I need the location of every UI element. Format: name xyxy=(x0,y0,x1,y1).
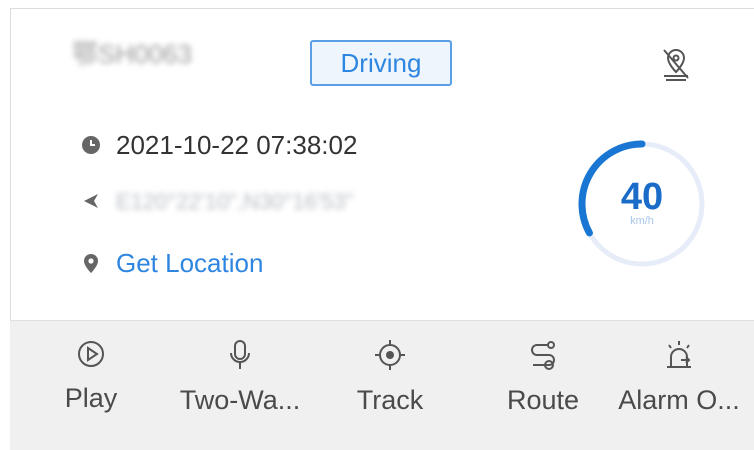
two-way-audio-button[interactable]: Two-Wa... xyxy=(160,339,320,416)
get-location-link[interactable]: Get Location xyxy=(116,248,263,279)
timestamp: 2021-10-22 07:38:02 xyxy=(116,130,358,160)
play-label: Play xyxy=(64,383,118,413)
route-icon xyxy=(531,341,555,370)
microphone-icon xyxy=(230,340,250,369)
alarm-output-label: Alarm O... xyxy=(618,385,740,415)
alarm-icon xyxy=(667,341,691,368)
speed-unit: km/h xyxy=(630,215,654,227)
clock-icon xyxy=(82,136,100,154)
route-button[interactable]: Route xyxy=(488,339,598,416)
two-way-audio-label: Two-Wa... xyxy=(179,385,301,415)
track-button[interactable]: Track xyxy=(340,339,440,416)
play-button[interactable]: Play xyxy=(56,339,126,414)
location-pin-icon xyxy=(84,254,98,273)
coordinates: E120°22'10",N30°16'53" xyxy=(116,189,354,214)
track-label: Track xyxy=(356,385,424,415)
no-signal-icon xyxy=(663,48,689,81)
direction-arrow-icon xyxy=(84,194,98,208)
alarm-output-button[interactable]: Alarm O... xyxy=(604,339,754,416)
action-bar: Play Two-Wa... Track Route Alarm O... xyxy=(10,320,754,450)
play-icon xyxy=(78,341,104,367)
status-badge: Driving xyxy=(310,40,452,86)
speed-value: 40 xyxy=(620,176,664,218)
route-label: Route xyxy=(506,385,580,415)
plate-number: 鄂SH0063 xyxy=(72,39,192,69)
target-icon xyxy=(375,340,405,370)
